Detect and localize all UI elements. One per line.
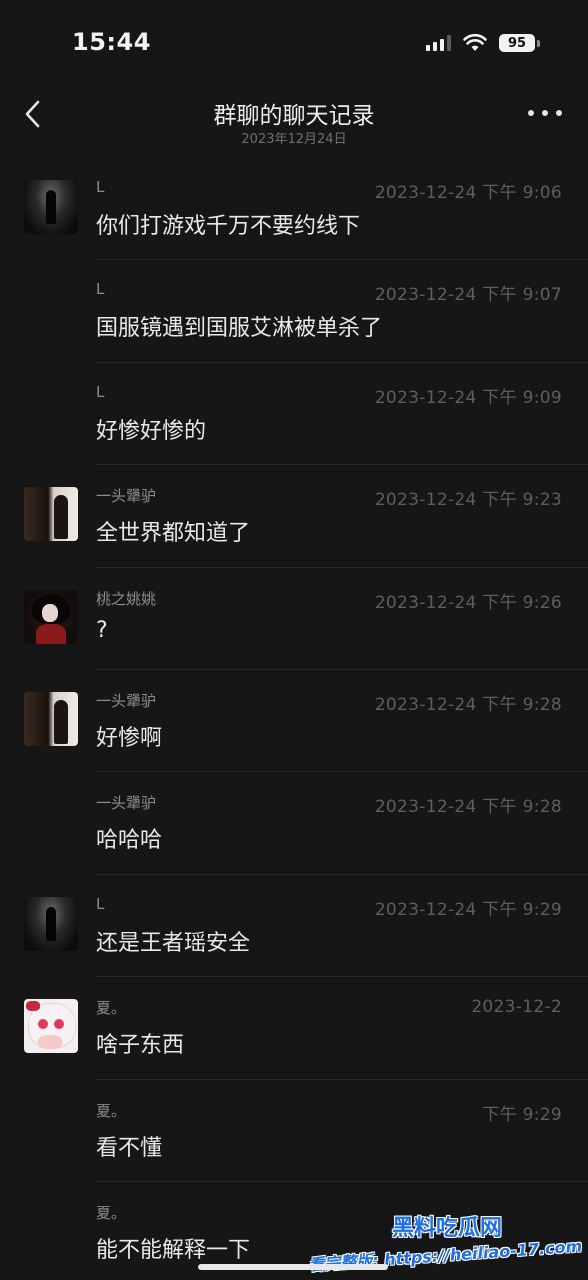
avatar[interactable] <box>24 999 78 1054</box>
message-item[interactable]: L 2023-12-24 下午 9:29 还是王者瑶安全 <box>0 875 588 978</box>
sender-name: L <box>96 178 105 196</box>
message-item[interactable]: L 2023-12-24 下午 9:09 好惨好惨的 <box>0 363 588 466</box>
message-item[interactable]: 一头犟驴 2023-12-24 下午 9:23 全世界都知道了 <box>0 465 588 568</box>
message-text: 哈哈哈 <box>96 828 163 854</box>
sender-name: L <box>96 894 105 913</box>
message-text: 还是王者瑶安全 <box>96 930 251 956</box>
message-item[interactable]: 夏。 下午 9:29 看不懂 <box>0 1080 588 1182</box>
status-icons: 95 <box>426 34 540 52</box>
home-indicator[interactable] <box>198 1264 388 1270</box>
message-time: 2023-12-24 下午 9:28 <box>374 797 562 818</box>
message-time: 2023-12-24 下午 9:06 <box>374 183 562 203</box>
message-time: 2023-12-24 下午 9:07 <box>374 285 562 306</box>
message-text: 你们打游戏千万不要约线下 <box>96 214 361 239</box>
avatar[interactable] <box>24 487 78 542</box>
battery-icon: 95 <box>499 34 540 52</box>
message-time: 2023-12-24 下午 9:29 <box>374 899 562 920</box>
page-title: 群聊的聊天记录 <box>213 103 375 129</box>
avatar[interactable] <box>24 589 78 644</box>
message-time: 2023-12-24 下午 9:09 <box>374 387 562 408</box>
message-list[interactable]: L 2023-12-24 下午 9:06 你们打游戏千万不要约线下 L 2023… <box>0 158 588 1280</box>
page-subtitle: 2023年12月24日 <box>241 132 347 147</box>
message-text: 好惨啊 <box>96 725 163 751</box>
message-item[interactable]: L 2023-12-24 下午 9:06 你们打游戏千万不要约线下 <box>0 158 588 261</box>
message-item[interactable]: 夏。 2023-12-2 啥子东西 <box>0 977 588 1080</box>
message-text: 看不懂 <box>96 1135 163 1161</box>
message-time: 2023-12-24 下午 9:26 <box>374 592 562 613</box>
signal-icon <box>426 35 451 51</box>
message-time: 2023-12-2 <box>471 997 562 1018</box>
sender-name: 桃之姚姚 <box>96 589 157 608</box>
message-item[interactable]: 一头犟驴 2023-12-24 下午 9:28 哈哈哈 <box>0 772 588 875</box>
more-button[interactable] <box>528 98 562 128</box>
message-text: 能不能解释一下 <box>96 1237 251 1263</box>
more-dots-icon <box>528 110 534 116</box>
message-item[interactable]: 一头犟驴 2023-12-24 下午 9:28 好惨啊 <box>0 670 588 773</box>
sender-name: 一头犟驴 <box>96 487 157 506</box>
sender-name: 夏。 <box>96 1101 127 1120</box>
sender-name: L <box>96 382 105 401</box>
sender-name: 一头犟驴 <box>96 794 157 813</box>
sender-name: L <box>96 280 105 299</box>
sender-name: 夏。 <box>96 1203 127 1222</box>
chat-history-screen: 15:44 95 群聊的聊天记录 2023年12月24日 L 2023-12-2… <box>0 0 588 1280</box>
battery-level: 95 <box>499 34 535 52</box>
sender-name: 夏。 <box>96 999 127 1018</box>
message-text: 啥子东西 <box>96 1033 185 1059</box>
avatar[interactable] <box>24 180 78 234</box>
status-bar: 15:44 95 <box>0 0 588 84</box>
message-text: 全世界都知道了 <box>96 521 251 547</box>
message-item[interactable]: 桃之姚姚 2023-12-24 下午 9:26 ? <box>0 568 588 670</box>
message-text: 国服镜遇到国服艾淋被单杀了 <box>96 316 383 342</box>
message-text: 好惨好惨的 <box>96 418 207 444</box>
avatar[interactable] <box>24 691 78 746</box>
status-time: 15:44 <box>72 28 151 56</box>
nav-bar: 群聊的聊天记录 2023年12月24日 <box>0 84 588 166</box>
message-text: ? <box>96 617 108 643</box>
avatar[interactable] <box>24 896 78 951</box>
message-item[interactable]: L 2023-12-24 下午 9:07 国服镜遇到国服艾淋被单杀了 <box>0 260 588 363</box>
message-time: 2023-12-24 下午 9:23 <box>374 490 562 511</box>
message-time: 2023-12-24 下午 9:28 <box>374 694 562 715</box>
wifi-icon <box>463 34 487 51</box>
message-time: 下午 9:29 <box>482 1104 562 1125</box>
sender-name: 一头犟驴 <box>96 691 157 710</box>
